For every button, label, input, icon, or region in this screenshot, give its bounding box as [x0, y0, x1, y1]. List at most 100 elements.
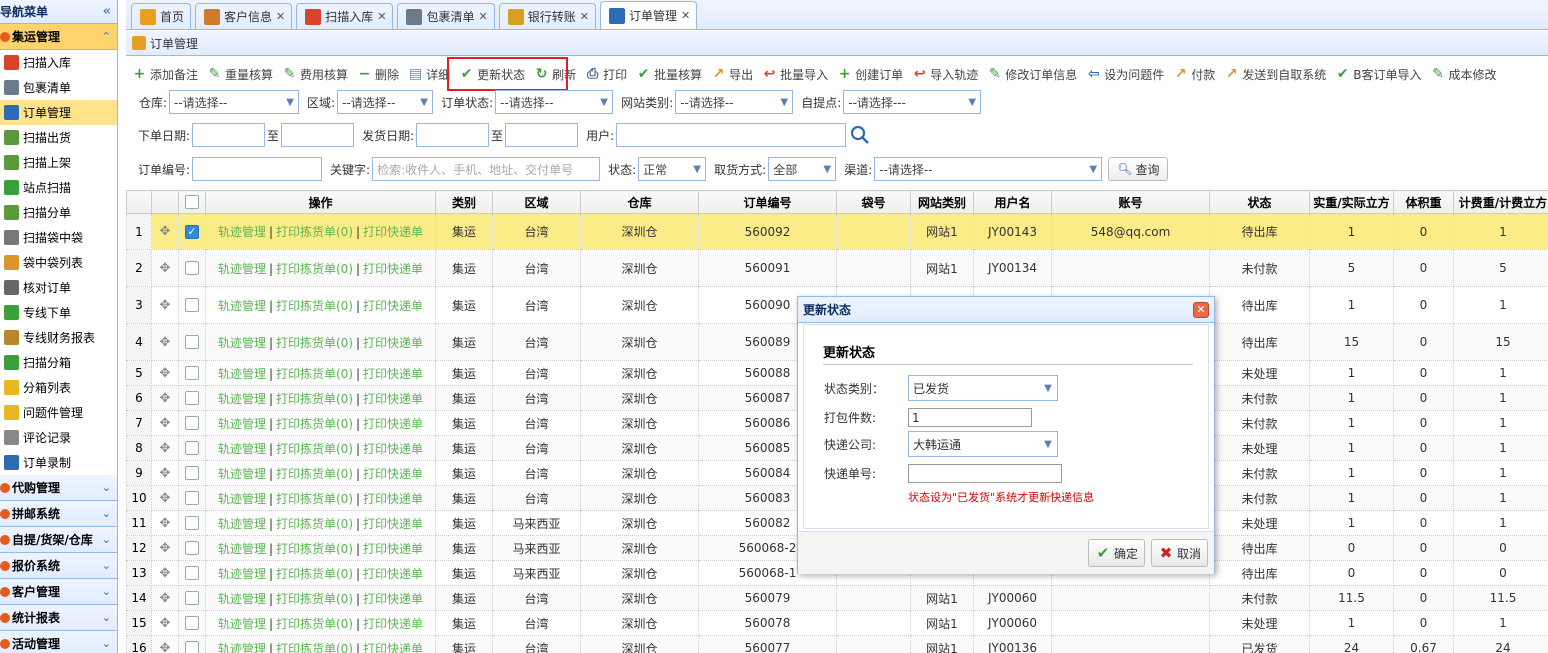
expand-icon[interactable]: ✥: [160, 541, 171, 556]
expand-icon[interactable]: ✥: [160, 335, 171, 350]
expand-icon[interactable]: ✥: [160, 416, 171, 431]
sidebar-item[interactable]: 扫描分单: [0, 200, 117, 225]
package-count-input[interactable]: 1: [908, 408, 1032, 427]
operation-link[interactable]: 打印快递单: [363, 417, 423, 431]
search-icon[interactable]: [850, 125, 870, 145]
row-checkbox[interactable]: [185, 391, 199, 406]
toolbar-button[interactable]: ↩ 批量导入: [762, 66, 828, 83]
operation-link[interactable]: 轨迹管理: [218, 442, 266, 456]
region-select[interactable]: --请选择-- ▼: [337, 90, 434, 114]
toolbar-button[interactable]: ✎ 费用核算: [282, 66, 348, 83]
warehouse-select[interactable]: --请选择-- ▼: [169, 90, 300, 114]
column-header[interactable]: 计费重/计费立方: [1453, 190, 1548, 214]
sidebar-group[interactable]: 代购管理 ⌄: [0, 475, 117, 501]
row-checkbox[interactable]: [185, 261, 199, 276]
column-header[interactable]: 类别: [435, 190, 493, 214]
order-date-from-input[interactable]: [192, 123, 266, 147]
expand-icon[interactable]: ✥: [160, 591, 171, 606]
sidebar-item[interactable]: 扫描出货: [0, 125, 117, 150]
operation-link[interactable]: 打印拣货单(0): [276, 592, 353, 606]
toolbar-button[interactable]: ↗ 付款: [1173, 66, 1215, 83]
collapse-sidebar-icon[interactable]: «: [103, 4, 111, 19]
operation-link[interactable]: 打印快递单: [363, 225, 423, 239]
sidebar-item[interactable]: 评论记录: [0, 425, 117, 450]
expand-icon[interactable]: ✥: [160, 391, 171, 406]
ship-date-to-input[interactable]: [505, 123, 579, 147]
order-no-input[interactable]: [192, 157, 323, 181]
sidebar-item[interactable]: 订单录制: [0, 450, 117, 475]
sidebar-item[interactable]: 专线下单: [0, 300, 117, 325]
operation-link[interactable]: 打印拣货单(0): [276, 299, 353, 313]
sidebar-item[interactable]: 袋中袋列表: [0, 250, 117, 275]
column-header[interactable]: 仓库: [580, 190, 699, 214]
row-checkbox[interactable]: [185, 416, 199, 431]
toolbar-button[interactable]: ✔ B客订单导入: [1335, 66, 1422, 83]
table-row[interactable]: 16 ✥ 轨迹管理 | 打印拣货单(0) | 打印快递单 集运 台湾 深圳仓 560077 网站1 JY…: [126, 635, 1548, 653]
tab[interactable]: 扫描入库 ✕: [296, 3, 394, 29]
operation-link[interactable]: 轨迹管理: [218, 336, 266, 350]
sidebar-item[interactable]: 扫描分箱: [0, 350, 117, 375]
close-icon[interactable]: ✕: [1193, 301, 1209, 318]
sidebar-item[interactable]: 扫描袋中袋: [0, 225, 117, 250]
operation-link[interactable]: 轨迹管理: [218, 592, 266, 606]
operation-link[interactable]: 轨迹管理: [218, 417, 266, 431]
site-type-select[interactable]: --请选择-- ▼: [675, 90, 794, 114]
toolbar-button[interactable]: ▤ 详细: [408, 66, 450, 83]
column-header[interactable]: 操作: [205, 190, 436, 214]
column-header[interactable]: 用户名: [973, 190, 1052, 214]
sidebar-item[interactable]: 问题件管理: [0, 400, 117, 425]
sidebar-group[interactable]: 自提/货架/仓库 ⌄: [0, 527, 117, 553]
sidebar-group[interactable]: 活动管理 ⌄: [0, 631, 117, 653]
column-header[interactable]: 订单编号: [698, 190, 837, 214]
toolbar-button[interactable]: + 创建订单: [837, 66, 903, 83]
operation-link[interactable]: 打印拣货单(0): [276, 225, 353, 239]
row-checkbox[interactable]: [185, 641, 199, 653]
ship-method-select[interactable]: 全部 ▼: [768, 157, 837, 181]
operation-link[interactable]: 打印快递单: [363, 617, 423, 631]
close-tab-icon[interactable]: ✕: [276, 10, 285, 23]
cancel-button[interactable]: ✖ 取消: [1151, 539, 1209, 567]
column-header[interactable]: 区域: [492, 190, 581, 214]
row-checkbox[interactable]: [185, 466, 199, 481]
operation-link[interactable]: 打印拣货单(0): [276, 567, 353, 581]
close-tab-icon[interactable]: ✕: [681, 9, 690, 22]
sidebar-item[interactable]: 扫描上架: [0, 150, 117, 175]
expand-icon[interactable]: ✥: [160, 224, 171, 239]
toolbar-button[interactable]: − 删除: [357, 66, 399, 83]
operation-link[interactable]: 打印拣货单(0): [276, 392, 353, 406]
sidebar-item[interactable]: 分箱列表: [0, 375, 117, 400]
operation-link[interactable]: 轨迹管理: [218, 617, 266, 631]
operation-link[interactable]: 打印快递单: [363, 542, 423, 556]
operation-link[interactable]: 打印拣货单(0): [276, 492, 353, 506]
sidebar-item[interactable]: 订单管理: [0, 100, 117, 125]
row-checkbox[interactable]: [185, 298, 199, 313]
operation-link[interactable]: 打印快递单: [363, 336, 423, 350]
toolbar-button[interactable]: ✎ 修改订单信息: [987, 66, 1077, 83]
expand-icon[interactable]: ✥: [160, 641, 171, 653]
operation-link[interactable]: 打印快递单: [363, 642, 423, 653]
column-header[interactable]: 袋号: [836, 190, 911, 214]
expand-icon[interactable]: ✥: [160, 441, 171, 456]
close-tab-icon[interactable]: ✕: [580, 10, 589, 23]
tab[interactable]: 首页: [131, 3, 192, 29]
row-checkbox[interactable]: [185, 335, 199, 350]
table-row[interactable]: 2 ✥ 轨迹管理 | 打印拣货单(0) | 打印快递单 集运 台湾 深圳仓 560091 网站1 JY0…: [126, 249, 1548, 287]
operation-link[interactable]: 轨迹管理: [218, 567, 266, 581]
toolbar-button[interactable]: ✎ 重量核算: [207, 66, 273, 83]
operation-link[interactable]: 打印快递单: [363, 392, 423, 406]
operation-link[interactable]: 打印拣货单(0): [276, 417, 353, 431]
column-header[interactable]: 实重/实际立方: [1309, 190, 1394, 214]
courier-select[interactable]: 大韩运通 ▼: [908, 431, 1058, 457]
order-status-select[interactable]: --请选择-- ▼: [495, 90, 614, 114]
user-input[interactable]: [616, 123, 847, 147]
select-all-checkbox[interactable]: [185, 195, 199, 210]
operation-link[interactable]: 轨迹管理: [218, 467, 266, 481]
table-row[interactable]: 1 ✥ ✓ 轨迹管理 | 打印拣货单(0) | 打印快递单 集运 台湾 深圳仓 560092 网站1 JY…: [126, 213, 1548, 250]
sidebar-group-active[interactable]: 集运管理 ⌃: [0, 24, 117, 50]
tab[interactable]: 包裹清单 ✕: [397, 3, 495, 29]
toolbar-button[interactable]: ↗ 发送到自取系统: [1224, 66, 1326, 83]
operation-link[interactable]: 打印快递单: [363, 567, 423, 581]
row-checkbox[interactable]: [185, 541, 199, 556]
expand-icon[interactable]: ✥: [160, 366, 171, 381]
operation-link[interactable]: 打印拣货单(0): [276, 467, 353, 481]
